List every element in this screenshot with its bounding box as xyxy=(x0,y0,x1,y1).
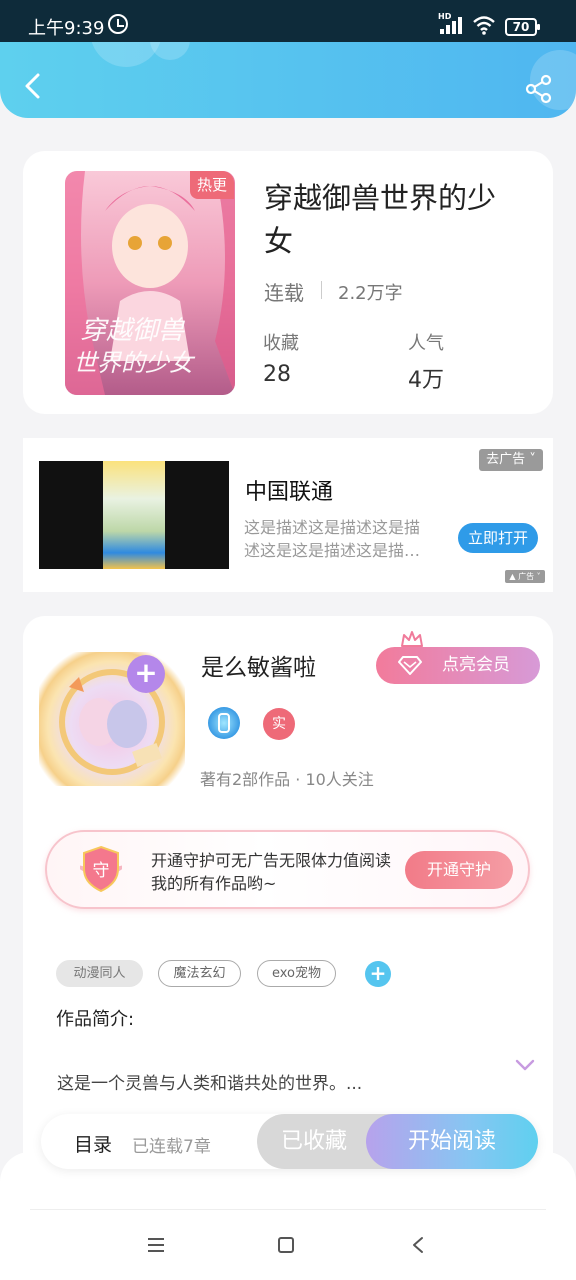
ad-mark-badge: ▲ 广告 ˅ xyxy=(505,570,545,583)
open-guard-button[interactable]: 开通守护 xyxy=(405,851,513,889)
guard-shield-text: 守 xyxy=(93,861,110,881)
collect-value: 28 xyxy=(263,362,291,387)
remove-ad-button[interactable]: 去广告 ˅ xyxy=(479,449,543,471)
author-stats: 著有2部作品 · 10人关注 xyxy=(200,770,374,789)
battery-icon: 70 xyxy=(505,18,540,36)
intro-text: 这是一个灵兽与人类和谐共处的世界。... xyxy=(57,1074,363,1094)
svg-text:穿越御兽: 穿越御兽 xyxy=(80,316,186,346)
share-icon[interactable] xyxy=(524,74,554,104)
author-name: 是么敏酱啦 xyxy=(201,655,316,681)
hot-update-badge: 热更 xyxy=(190,171,234,199)
ad-title: 中国联通 xyxy=(245,480,334,505)
guard-shield-icon: 守 xyxy=(80,845,122,893)
popularity-label: 人气 xyxy=(408,333,444,354)
wifi-icon xyxy=(473,16,495,35)
genre-tag[interactable]: exo宠物 xyxy=(257,960,336,987)
remove-ad-label: 去广告 xyxy=(486,452,526,467)
real-name-badge: 实 xyxy=(263,708,295,740)
divider xyxy=(30,1209,546,1210)
status-time: 上午9:39 xyxy=(28,18,105,39)
back-arrow-icon[interactable] xyxy=(22,72,44,100)
intro-heading: 作品简介: xyxy=(56,1009,135,1030)
toc-button[interactable]: 目录 xyxy=(74,1130,112,1157)
start-reading-button[interactable]: 开始阅读 xyxy=(366,1114,538,1169)
ad-mark-label: 广告 xyxy=(518,572,535,581)
ad-description: 这是描述这是描述这是描述这是这是描述这是描… xyxy=(244,518,421,560)
svg-text:世界的少女: 世界的少女 xyxy=(73,349,196,377)
diamond-icon xyxy=(398,656,422,675)
vip-member-button[interactable]: 点亮会员 xyxy=(376,647,540,684)
popularity-value: 4万 xyxy=(408,368,444,393)
guard-description: 开通守护可无广告无限体力值阅读我的所有作品哟~ xyxy=(151,851,392,893)
alarm-icon xyxy=(108,14,128,34)
collect-label: 收藏 xyxy=(263,333,299,354)
follow-plus-button[interactable]: + xyxy=(127,655,165,693)
genre-tag[interactable]: 魔法玄幻 xyxy=(158,960,241,987)
vip-member-label: 点亮会员 xyxy=(442,655,510,675)
ad-open-button[interactable]: 立即打开 xyxy=(458,523,538,553)
status-bar: 上午9:39 HD 70 xyxy=(0,0,576,42)
menu-icon[interactable] xyxy=(147,1237,165,1253)
book-title: 穿越御兽世界的少女 xyxy=(264,181,497,258)
ad-video-content xyxy=(103,461,165,569)
home-icon[interactable] xyxy=(278,1237,294,1253)
chapter-count: 已连载7章 xyxy=(132,1137,211,1157)
genre-tag[interactable]: 动漫同人 xyxy=(56,960,143,987)
signal-icon xyxy=(440,16,466,34)
level-badge-icon xyxy=(208,707,240,739)
book-word-count: 2.2万字 xyxy=(338,283,403,304)
chevron-down-icon[interactable] xyxy=(515,1058,535,1072)
book-cover-image[interactable]: 穿越御兽 世界的少女 xyxy=(65,171,235,395)
system-nav-bar xyxy=(0,1152,576,1280)
nav-back-icon[interactable] xyxy=(411,1236,425,1254)
book-status: 连载 xyxy=(264,281,304,305)
add-tag-button[interactable]: + xyxy=(365,961,391,987)
crown-icon xyxy=(401,631,423,647)
divider xyxy=(321,281,322,299)
